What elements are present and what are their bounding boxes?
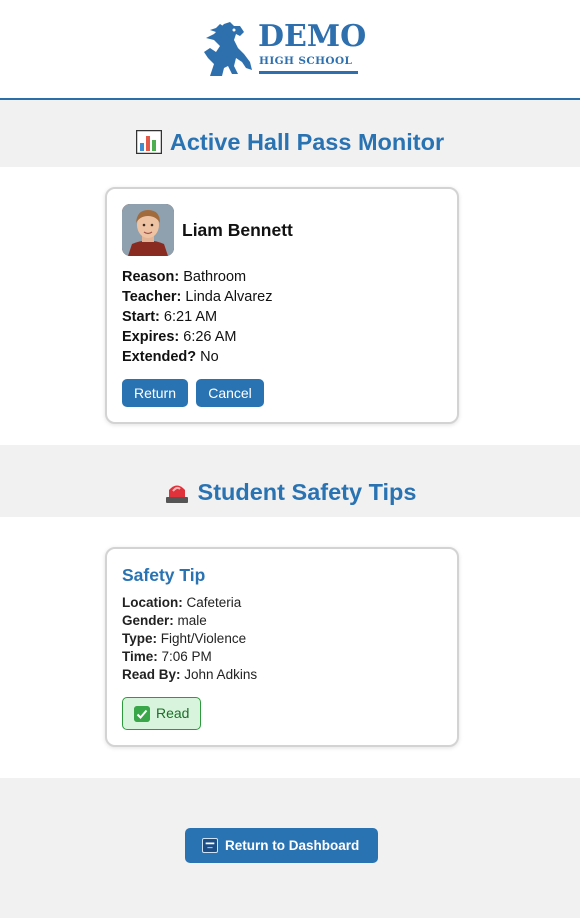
extended-value: No: [200, 349, 219, 365]
school-logo[interactable]: DEMO HIGH SCHOOL: [196, 18, 366, 80]
gender-value: male: [177, 613, 207, 628]
start-value: 6:21 AM: [163, 309, 218, 325]
logo-subtitle: HIGH SCHOOL: [259, 55, 353, 67]
bar-chart-icon: [135, 130, 162, 154]
section-title-text: Active Hall Pass Monitor: [169, 129, 445, 155]
return-to-dashboard-button[interactable]: Return to Dashboard: [185, 828, 378, 863]
teacher-row: Teacher: Linda Alvarez: [122, 287, 272, 307]
student-name: Liam Bennett: [182, 220, 293, 240]
mustang-logo-icon: [204, 22, 252, 76]
read-by-value: John Adkins: [184, 667, 258, 682]
hall-pass-band: Liam Bennett Reason: Bathroom Teacher: L…: [0, 167, 580, 445]
hall-pass-card: Liam Bennett Reason: Bathroom Teacher: L…: [105, 187, 459, 424]
safety-band: Safety Tip Location: Cafeteria Gender: m…: [0, 517, 580, 778]
time-value: 7:06 PM: [161, 649, 212, 664]
extended-label: Extended?: [122, 349, 197, 365]
start-row: Start: 6:21 AM: [122, 307, 272, 327]
read-label: Read: [156, 705, 190, 721]
dashboard-button-label: Return to Dashboard: [225, 838, 360, 853]
hall-pass-details: Reason: Bathroom Teacher: Linda Alvarez …: [122, 267, 272, 367]
expires-label: Expires:: [122, 329, 180, 345]
gender-row: Gender: male: [122, 612, 257, 630]
reason-value: Bathroom: [183, 269, 247, 285]
type-value: Fight/Violence: [160, 631, 247, 646]
student-photo: [122, 204, 174, 256]
expires-row: Expires: 6:26 AM: [122, 327, 272, 347]
reason-row: Reason: Bathroom: [122, 267, 272, 287]
safety-tip-card: Safety Tip Location: Cafeteria Gender: m…: [105, 547, 459, 747]
logo-title: DEMO: [258, 19, 367, 54]
read-by-label: Read By:: [122, 667, 181, 682]
type-row: Type: Fight/Violence: [122, 630, 257, 648]
hall-pass-section-title: Active Hall Pass Monitor: [0, 129, 580, 156]
read-button[interactable]: Read: [122, 697, 201, 730]
cancel-button[interactable]: Cancel: [196, 379, 264, 407]
start-label: Start:: [122, 309, 160, 325]
location-value: Cafeteria: [186, 595, 242, 610]
expires-value: 6:26 AM: [183, 329, 237, 345]
reason-label: Reason:: [122, 269, 180, 285]
time-row: Time: 7:06 PM: [122, 648, 257, 666]
read-by-row: Read By: John Adkins: [122, 666, 257, 684]
return-button[interactable]: Return: [122, 379, 188, 407]
safety-tip-details: Location: Cafeteria Gender: male Type: F…: [122, 594, 257, 684]
gender-label: Gender:: [122, 613, 174, 628]
check-icon: [134, 706, 150, 722]
page-header: DEMO HIGH SCHOOL: [0, 0, 580, 100]
logo-underline: [259, 71, 358, 74]
teacher-value: Linda Alvarez: [185, 289, 273, 305]
teacher-label: Teacher:: [122, 289, 182, 305]
extended-row: Extended? No: [122, 347, 272, 367]
student-avatar: [122, 204, 174, 256]
back-icon: [202, 838, 218, 853]
section-title-text: Student Safety Tips: [197, 479, 417, 505]
safety-section-title: Student Safety Tips: [0, 479, 580, 506]
type-label: Type:: [122, 631, 158, 646]
time-label: Time:: [122, 649, 158, 664]
location-row: Location: Cafeteria: [122, 594, 257, 612]
siren-icon: [165, 485, 188, 503]
location-label: Location:: [122, 595, 183, 610]
safety-tip-title: Safety Tip: [122, 565, 206, 585]
